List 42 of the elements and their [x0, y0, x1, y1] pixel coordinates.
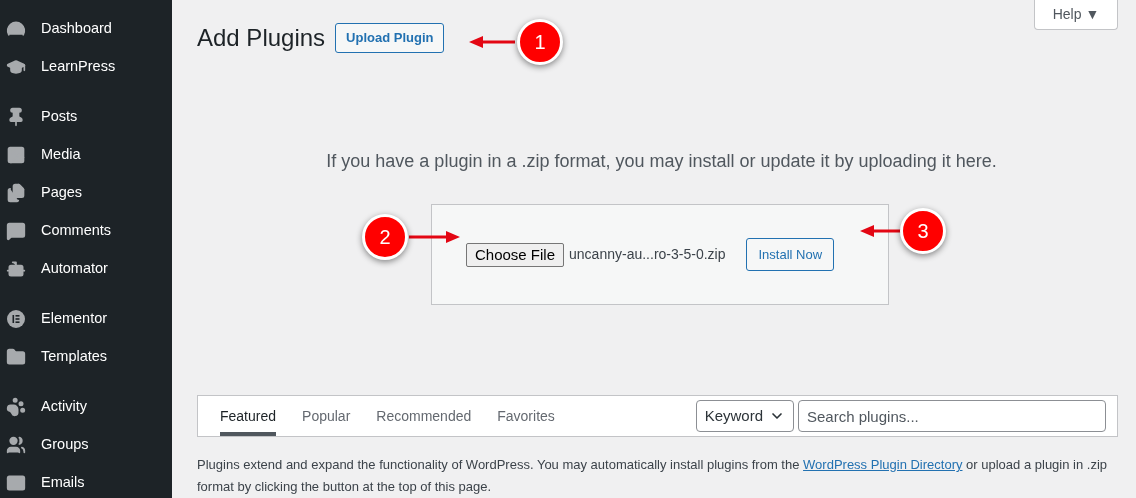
install-now-button[interactable]: Install Now — [746, 238, 835, 271]
elementor-logo-icon — [6, 309, 26, 329]
help-button[interactable]: Help ▼ — [1034, 0, 1118, 30]
upload-instructions: If you have a plugin in a .zip format, you may install or update it by uploading it here. — [325, 150, 998, 173]
sidebar-menu-item[interactable]: Dashboard — [0, 10, 172, 48]
sidebar-menu-item[interactable]: Emails — [0, 464, 172, 498]
sidebar-menu-item[interactable]: Groups — [0, 426, 172, 464]
graduation-cap-icon — [6, 57, 26, 77]
step-number-badge: 2 — [362, 214, 408, 260]
arrow — [860, 223, 903, 239]
search-field[interactable]: Search plugins... — [798, 400, 1106, 432]
sidebar-menu-item[interactable]: Comments — [0, 212, 172, 250]
sidebar-menu-item[interactable]: Activity — [0, 388, 172, 426]
people-icon — [6, 435, 26, 455]
filter-tab[interactable]: Featured — [220, 396, 277, 436]
paw-icon — [6, 397, 26, 417]
step-number-badge: 3 — [900, 208, 946, 254]
upload-plugin-button[interactable]: Upload Plugin — [335, 23, 445, 53]
sidebar-menu-item[interactable]: Elementor — [0, 300, 172, 338]
sidebar-menu-item[interactable]: Media — [0, 136, 172, 174]
sidebar-menu-item[interactable]: LearnPress — [0, 48, 172, 86]
filter-tab[interactable]: Favorites — [497, 396, 555, 436]
filter-tab[interactable]: Recommended — [376, 396, 472, 436]
file-name: uncanny-au...ro-3-5-0.zip — [569, 245, 726, 264]
plugin-directory-link[interactable]: WordPress Plugin Directory — [803, 457, 963, 472]
folder-icon — [6, 347, 26, 367]
page-title: Add Plugins — [197, 23, 326, 53]
sidebar-menu-item[interactable]: Pages — [0, 174, 172, 212]
choose-file-button[interactable]: Choose File — [466, 242, 565, 267]
arrow — [469, 34, 515, 50]
sidebar-menu-item[interactable]: Templates — [0, 338, 172, 376]
plugins-description: Plugins extend and expand the functionality of WordPress. You may automatically install plugins from the WordPress Plugin Directory or upload a plugin in .zip format by clicking the button at the top of this page. — [197, 456, 1109, 496]
step-number-badge: 1 — [517, 19, 563, 65]
robot-icon — [6, 259, 26, 279]
pin-icon — [6, 107, 26, 127]
arrow — [409, 229, 460, 245]
sidebar-menu-item[interactable]: Automator — [0, 250, 172, 288]
pages-icon — [6, 183, 26, 203]
filter-tab[interactable]: Popular — [302, 396, 351, 436]
search-type-select[interactable]: Keyword — [695, 400, 794, 432]
speech-bubble-icon — [6, 221, 26, 241]
sidebar-menu-item[interactable]: Posts — [0, 98, 172, 136]
